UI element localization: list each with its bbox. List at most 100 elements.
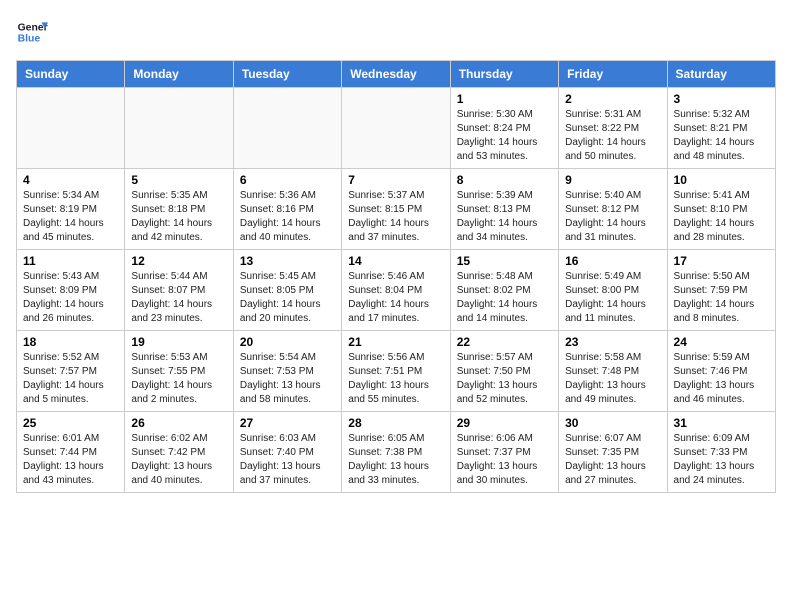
day-number: 16 xyxy=(565,254,660,268)
day-info: Sunrise: 5:58 AM Sunset: 7:48 PM Dayligh… xyxy=(565,351,660,407)
calendar-day-cell: 10 Sunrise: 5:41 AM Sunset: 8:10 PM Dayli… xyxy=(667,169,775,250)
day-info: Sunrise: 5:35 AM Sunset: 8:18 PM Dayligh… xyxy=(131,189,226,245)
calendar-day-cell: 29Sunrise: 6:06 AM Sunset: 7:37 PM Dayli… xyxy=(450,412,558,493)
day-number: 1 xyxy=(457,92,552,106)
logo-icon: General Blue xyxy=(16,16,48,48)
day-number: 13 xyxy=(240,254,335,268)
day-number: 11 xyxy=(23,254,118,268)
day-number: 31 xyxy=(674,416,769,430)
day-info: Sunrise: 6:01 AM Sunset: 7:44 PM Dayligh… xyxy=(23,432,118,488)
day-number: 27 xyxy=(240,416,335,430)
day-number: 17 xyxy=(674,254,769,268)
day-info: Sunrise: 5:52 AM Sunset: 7:57 PM Dayligh… xyxy=(23,351,118,407)
col-header-monday: Monday xyxy=(125,61,233,88)
day-number: 25 xyxy=(23,416,118,430)
page-header: General Blue xyxy=(16,16,776,48)
day-info: Sunrise: 5:43 AM Sunset: 8:09 PM Dayligh… xyxy=(23,270,118,326)
calendar-day-cell: 26 Sunrise: 6:02 AM Sunset: 7:42 PM Dayli… xyxy=(125,412,233,493)
day-info: Sunrise: 5:40 AM Sunset: 8:12 PM Dayligh… xyxy=(565,189,660,245)
calendar-day-cell: 28Sunrise: 6:05 AM Sunset: 7:38 PM Dayli… xyxy=(342,412,450,493)
calendar-week-row: 18Sunrise: 5:52 AM Sunset: 7:57 PM Dayli… xyxy=(17,331,776,412)
day-info: Sunrise: 5:36 AM Sunset: 8:16 PM Dayligh… xyxy=(240,189,335,245)
calendar-header-row: SundayMondayTuesdayWednesdayThursdayFrid… xyxy=(17,61,776,88)
col-header-saturday: Saturday xyxy=(667,61,775,88)
day-number: 24 xyxy=(674,335,769,349)
calendar-day-cell: 31 Sunrise: 6:09 AM Sunset: 7:33 PM Dayli… xyxy=(667,412,775,493)
calendar-day-cell: 1 Sunrise: 5:30 AM Sunset: 8:24 PM Daylig… xyxy=(450,88,558,169)
calendar-day-cell: 2 Sunrise: 5:31 AM Sunset: 8:22 PM Daylig… xyxy=(559,88,667,169)
day-info: Sunrise: 6:03 AM Sunset: 7:40 PM Dayligh… xyxy=(240,432,335,488)
calendar-day-cell xyxy=(233,88,341,169)
day-info: Sunrise: 5:59 AM Sunset: 7:46 PM Dayligh… xyxy=(674,351,769,407)
day-number: 3 xyxy=(674,92,769,106)
calendar-day-cell: 7 Sunrise: 5:37 AM Sunset: 8:15 PM Daylig… xyxy=(342,169,450,250)
calendar-week-row: 25 Sunrise: 6:01 AM Sunset: 7:44 PM Dayli… xyxy=(17,412,776,493)
day-info: Sunrise: 5:31 AM Sunset: 8:22 PM Dayligh… xyxy=(565,108,660,164)
calendar-day-cell xyxy=(342,88,450,169)
day-info: Sunrise: 6:02 AM Sunset: 7:42 PM Dayligh… xyxy=(131,432,226,488)
day-info: Sunrise: 5:30 AM Sunset: 8:24 PM Dayligh… xyxy=(457,108,552,164)
day-info: Sunrise: 5:44 AM Sunset: 8:07 PM Dayligh… xyxy=(131,270,226,326)
calendar-day-cell: 3 Sunrise: 5:32 AM Sunset: 8:21 PM Daylig… xyxy=(667,88,775,169)
logo: General Blue xyxy=(16,16,48,48)
calendar-day-cell: 30 Sunrise: 6:07 AM Sunset: 7:35 PM Dayli… xyxy=(559,412,667,493)
calendar-table: SundayMondayTuesdayWednesdayThursdayFrid… xyxy=(16,60,776,493)
day-info: Sunrise: 5:37 AM Sunset: 8:15 PM Dayligh… xyxy=(348,189,443,245)
calendar-day-cell: 13 Sunrise: 5:45 AM Sunset: 8:05 PM Dayli… xyxy=(233,250,341,331)
day-number: 23 xyxy=(565,335,660,349)
day-number: 2 xyxy=(565,92,660,106)
col-header-sunday: Sunday xyxy=(17,61,125,88)
day-info: Sunrise: 5:50 AM Sunset: 7:59 PM Dayligh… xyxy=(674,270,769,326)
calendar-day-cell: 9 Sunrise: 5:40 AM Sunset: 8:12 PM Daylig… xyxy=(559,169,667,250)
calendar-day-cell: 15Sunrise: 5:48 AM Sunset: 8:02 PM Dayli… xyxy=(450,250,558,331)
calendar-day-cell: 17 Sunrise: 5:50 AM Sunset: 7:59 PM Dayli… xyxy=(667,250,775,331)
day-info: Sunrise: 5:45 AM Sunset: 8:05 PM Dayligh… xyxy=(240,270,335,326)
calendar-day-cell: 14 Sunrise: 5:46 AM Sunset: 8:04 PM Dayli… xyxy=(342,250,450,331)
calendar-day-cell xyxy=(17,88,125,169)
day-info: Sunrise: 5:34 AM Sunset: 8:19 PM Dayligh… xyxy=(23,189,118,245)
calendar-day-cell xyxy=(125,88,233,169)
day-number: 29 xyxy=(457,416,552,430)
day-info: Sunrise: 5:41 AM Sunset: 8:10 PM Dayligh… xyxy=(674,189,769,245)
day-info: Sunrise: 6:09 AM Sunset: 7:33 PM Dayligh… xyxy=(674,432,769,488)
day-number: 10 xyxy=(674,173,769,187)
day-info: Sunrise: 5:57 AM Sunset: 7:50 PM Dayligh… xyxy=(457,351,552,407)
day-number: 7 xyxy=(348,173,443,187)
calendar-day-cell: 20 Sunrise: 5:54 AM Sunset: 7:53 PM Dayli… xyxy=(233,331,341,412)
calendar-day-cell: 18Sunrise: 5:52 AM Sunset: 7:57 PM Dayli… xyxy=(17,331,125,412)
calendar-day-cell: 4 Sunrise: 5:34 AM Sunset: 8:19 PM Daylig… xyxy=(17,169,125,250)
day-number: 5 xyxy=(131,173,226,187)
day-number: 20 xyxy=(240,335,335,349)
day-info: Sunrise: 5:32 AM Sunset: 8:21 PM Dayligh… xyxy=(674,108,769,164)
calendar-day-cell: 27 Sunrise: 6:03 AM Sunset: 7:40 PM Dayli… xyxy=(233,412,341,493)
calendar-day-cell: 24 Sunrise: 5:59 AM Sunset: 7:46 PM Dayli… xyxy=(667,331,775,412)
calendar-day-cell: 11 Sunrise: 5:43 AM Sunset: 8:09 PM Dayli… xyxy=(17,250,125,331)
calendar-day-cell: 16 Sunrise: 5:49 AM Sunset: 8:00 PM Dayli… xyxy=(559,250,667,331)
day-number: 21 xyxy=(348,335,443,349)
day-number: 19 xyxy=(131,335,226,349)
day-info: Sunrise: 6:07 AM Sunset: 7:35 PM Dayligh… xyxy=(565,432,660,488)
calendar-day-cell: 19 Sunrise: 5:53 AM Sunset: 7:55 PM Dayli… xyxy=(125,331,233,412)
calendar-day-cell: 8Sunrise: 5:39 AM Sunset: 8:13 PM Daylig… xyxy=(450,169,558,250)
svg-text:Blue: Blue xyxy=(18,34,41,45)
day-info: Sunrise: 5:39 AM Sunset: 8:13 PM Dayligh… xyxy=(457,189,552,245)
col-header-thursday: Thursday xyxy=(450,61,558,88)
day-number: 26 xyxy=(131,416,226,430)
day-info: Sunrise: 5:54 AM Sunset: 7:53 PM Dayligh… xyxy=(240,351,335,407)
day-number: 30 xyxy=(565,416,660,430)
calendar-day-cell: 23 Sunrise: 5:58 AM Sunset: 7:48 PM Dayli… xyxy=(559,331,667,412)
day-number: 9 xyxy=(565,173,660,187)
day-info: Sunrise: 5:46 AM Sunset: 8:04 PM Dayligh… xyxy=(348,270,443,326)
calendar-day-cell: 21 Sunrise: 5:56 AM Sunset: 7:51 PM Dayli… xyxy=(342,331,450,412)
day-number: 14 xyxy=(348,254,443,268)
calendar-day-cell: 22Sunrise: 5:57 AM Sunset: 7:50 PM Dayli… xyxy=(450,331,558,412)
day-number: 28 xyxy=(348,416,443,430)
day-number: 4 xyxy=(23,173,118,187)
col-header-tuesday: Tuesday xyxy=(233,61,341,88)
day-info: Sunrise: 5:53 AM Sunset: 7:55 PM Dayligh… xyxy=(131,351,226,407)
day-info: Sunrise: 5:49 AM Sunset: 8:00 PM Dayligh… xyxy=(565,270,660,326)
col-header-friday: Friday xyxy=(559,61,667,88)
day-info: Sunrise: 5:48 AM Sunset: 8:02 PM Dayligh… xyxy=(457,270,552,326)
day-info: Sunrise: 5:56 AM Sunset: 7:51 PM Dayligh… xyxy=(348,351,443,407)
col-header-wednesday: Wednesday xyxy=(342,61,450,88)
